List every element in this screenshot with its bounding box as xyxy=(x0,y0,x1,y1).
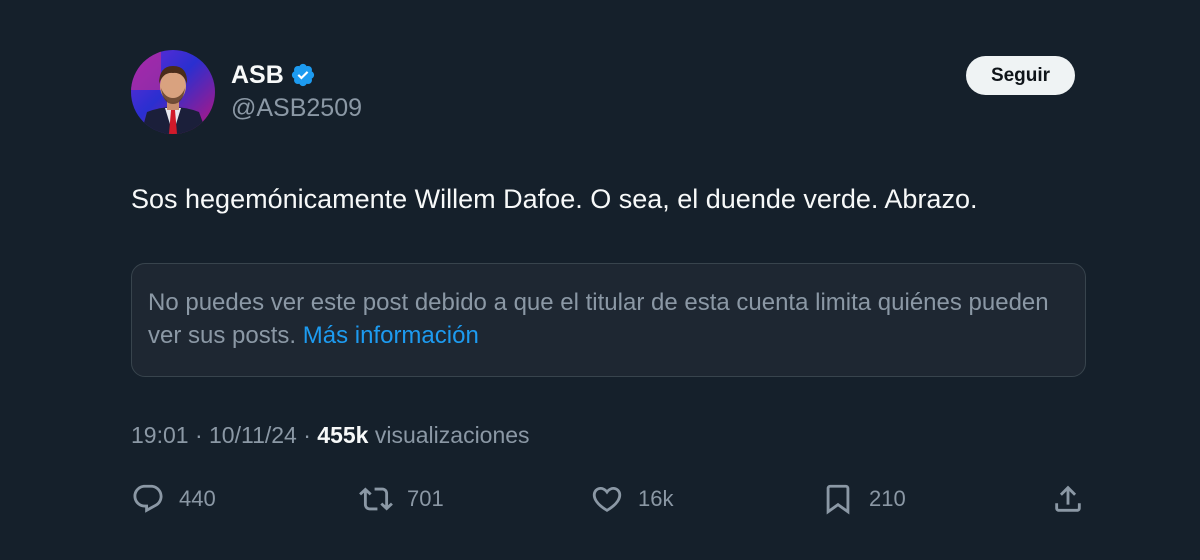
tweet-meta: 19:01 · 10/11/24 · 455k visualizaciones xyxy=(131,422,530,449)
views-label: visualizaciones xyxy=(374,422,530,448)
share-button[interactable] xyxy=(1051,480,1085,518)
bookmark-button[interactable]: 210 xyxy=(821,480,906,518)
author-name[interactable]: ASB xyxy=(231,61,284,90)
follow-button[interactable]: Seguir xyxy=(966,56,1075,95)
author-handle[interactable]: @ASB2509 xyxy=(231,94,362,123)
meta-separator: · xyxy=(194,422,203,448)
restricted-notice-text: No puedes ver este post debido a que el … xyxy=(148,289,1049,349)
like-button[interactable]: 16k xyxy=(590,480,673,518)
tweet: ASB @ASB2509 Seguir Sos hegemónicamente … xyxy=(131,0,1089,560)
reply-count: 440 xyxy=(179,486,216,511)
share-icon xyxy=(1051,482,1085,516)
verified-badge-icon xyxy=(290,62,316,88)
more-info-link[interactable]: Más información xyxy=(303,322,479,349)
repost-button[interactable]: 701 xyxy=(359,480,444,518)
repost-icon xyxy=(359,482,393,516)
tweet-time[interactable]: 19:01 xyxy=(131,422,189,448)
tweet-date[interactable]: 10/11/24 xyxy=(209,422,297,448)
action-bar: 440 701 16k 210 xyxy=(131,480,1089,520)
meta-separator: · xyxy=(303,422,311,448)
reply-button[interactable]: 440 xyxy=(131,480,216,518)
name-row: ASB xyxy=(231,58,362,92)
heart-icon xyxy=(590,482,624,516)
tweet-text: Sos hegemónicamente Willem Dafoe. O sea,… xyxy=(131,184,978,214)
avatar[interactable] xyxy=(131,50,215,134)
views-count: 455k xyxy=(317,422,369,448)
bookmark-count: 210 xyxy=(869,486,906,511)
restricted-post-notice: No puedes ver este post debido a que el … xyxy=(131,263,1086,377)
repost-count: 701 xyxy=(407,486,444,511)
reply-icon xyxy=(131,482,165,516)
bookmark-icon xyxy=(821,482,855,516)
profile-photo-icon xyxy=(131,50,215,134)
user-info: ASB @ASB2509 xyxy=(231,58,362,123)
like-count: 16k xyxy=(638,486,674,511)
